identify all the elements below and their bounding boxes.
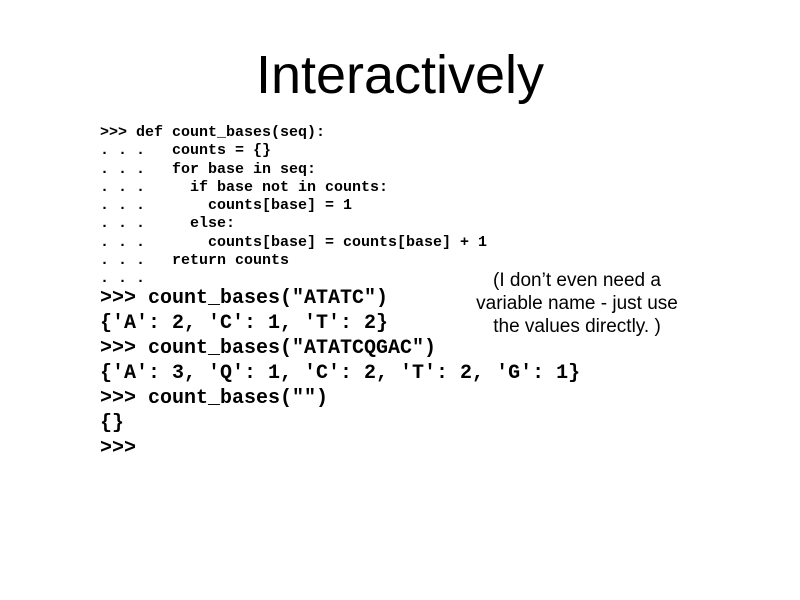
code-definition: >>> def count_bases(seq): . . . counts =… bbox=[100, 124, 487, 289]
slide: Interactively >>> def count_bases(seq): … bbox=[0, 0, 800, 600]
annotation-note: (I don’t even need a variable name - jus… bbox=[462, 270, 692, 338]
slide-title: Interactively bbox=[0, 44, 800, 106]
